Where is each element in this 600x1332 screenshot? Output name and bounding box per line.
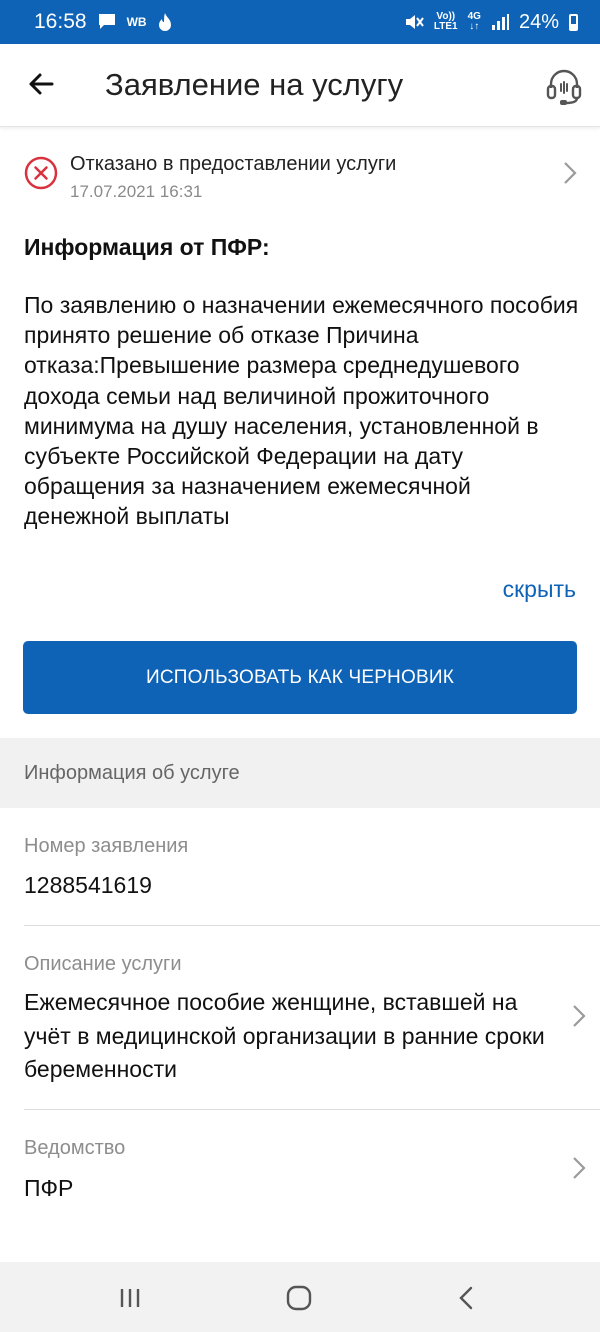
fire-icon xyxy=(158,13,171,31)
battery-percent: 24% xyxy=(518,10,559,33)
status-time: 16:58 xyxy=(34,10,87,33)
department-label: Ведомство xyxy=(24,1137,126,1159)
divider xyxy=(24,925,600,926)
cross-circle-icon xyxy=(24,156,58,190)
system-nav-bar xyxy=(0,1262,600,1332)
message-icon xyxy=(98,14,115,29)
chevron-right-icon xyxy=(573,1157,586,1179)
chevron-right-icon xyxy=(564,162,577,184)
service-description-label: Описание услуги xyxy=(24,953,182,975)
status-app-label: WB xyxy=(126,15,147,29)
section-title: Информация об услуге xyxy=(24,762,240,784)
application-number-value: 1288541619 xyxy=(24,872,152,898)
status-title: Отказано в предоставлении услуги xyxy=(70,153,397,175)
hide-link[interactable]: скрыть xyxy=(503,576,576,603)
chevron-right-icon xyxy=(573,1005,586,1027)
department-value: ПФР xyxy=(24,1175,74,1201)
home-icon[interactable] xyxy=(282,1282,316,1314)
back-chevron-icon[interactable] xyxy=(450,1282,484,1314)
signal-icon xyxy=(491,14,509,30)
mute-icon xyxy=(405,15,424,29)
service-description-value: Ежемесячное пособие женщине, вставшей на… xyxy=(24,989,545,1082)
pfr-info-text: По заявлению о назначении ежемесячного п… xyxy=(24,292,579,530)
arrow-left-icon[interactable] xyxy=(26,69,56,99)
pfr-info-heading: Информация от ПФР: xyxy=(24,234,270,260)
service-info-header: Информация об услуге xyxy=(0,738,600,808)
page-title: Заявление на услугу xyxy=(105,67,404,102)
headset-icon[interactable] xyxy=(544,66,584,106)
app-bar: Заявление на услугу xyxy=(0,44,600,127)
divider xyxy=(24,1109,600,1110)
status-date: 17.07.2021 16:31 xyxy=(70,182,203,201)
volte-indicator: Vo)) LTE1 xyxy=(433,11,458,32)
network-indicator: 4G ↓↑ xyxy=(467,11,481,32)
application-status[interactable]: Отказано в предоставлении услуги 17.07.2… xyxy=(0,140,600,210)
recent-apps-icon[interactable] xyxy=(113,1282,147,1314)
application-number-label: Номер заявления xyxy=(24,835,189,857)
battery-icon xyxy=(569,13,578,31)
use-as-draft-button[interactable]: ИСПОЛЬЗОВАТЬ КАК ЧЕРНОВИК xyxy=(23,641,577,714)
status-bar: 16:58 WB Vo)) LTE1 4G ↓↑ 24% xyxy=(0,0,600,44)
